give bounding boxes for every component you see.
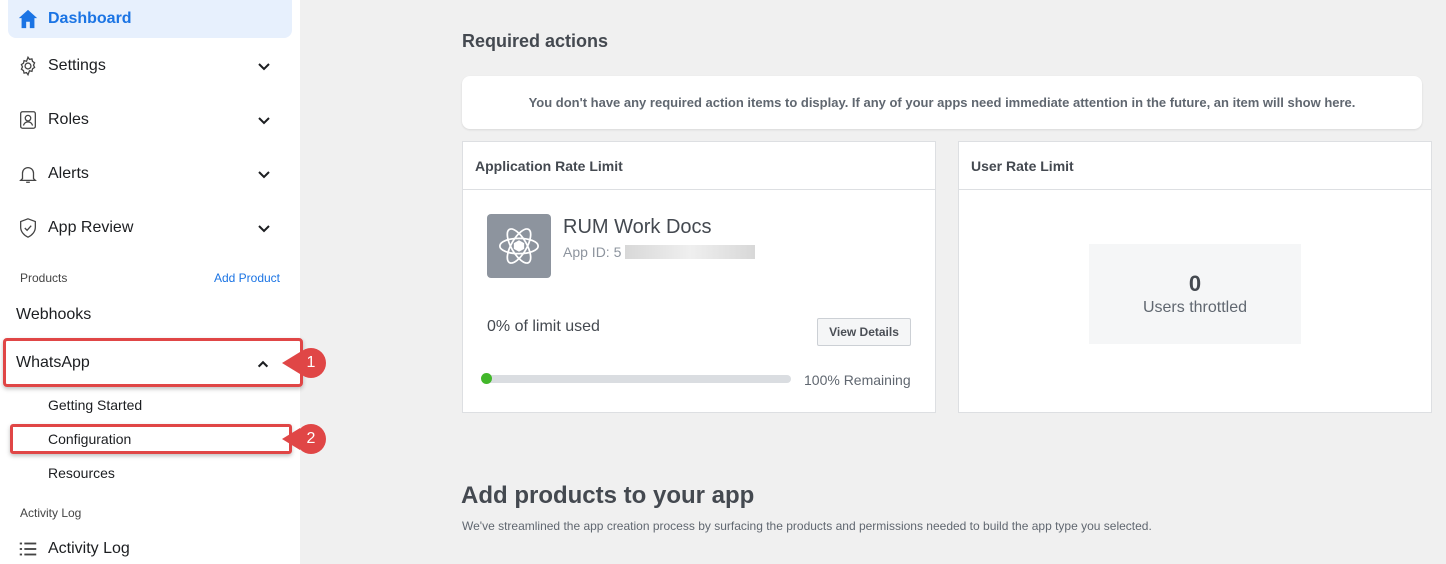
add-products-title: Add products to your app [461, 482, 755, 509]
sidebar-item-label: Activity Log [48, 540, 130, 557]
user-rate-limit-card: User Rate Limit 0 Users throttled [958, 141, 1432, 413]
sidebar-subitem-resources[interactable]: Resources [48, 465, 115, 481]
rate-limit-progress-bar [485, 375, 791, 383]
users-throttled-label: Users throttled [1142, 299, 1248, 316]
sidebar-item-roles[interactable]: Roles [8, 98, 292, 142]
sidebar-item-label: Alerts [48, 165, 89, 182]
remaining-text: 100% Remaining [804, 372, 911, 388]
users-throttled-count: 0 [1188, 271, 1202, 296]
progress-indicator-dot [481, 373, 492, 384]
app-id: App ID: 5 [563, 244, 756, 260]
redacted-app-id [625, 245, 756, 259]
sidebar-item-label: Configuration [48, 431, 132, 447]
products-heading: Products [20, 271, 68, 285]
sidebar-item-dashboard[interactable]: Dashboard [8, 0, 292, 38]
list-icon [16, 537, 40, 561]
home-icon [16, 7, 40, 31]
users-throttled-stat: 0 Users throttled [1089, 244, 1301, 344]
chevron-up-icon [257, 360, 269, 368]
card-title: User Rate Limit [959, 142, 1431, 190]
view-details-button[interactable]: View Details [817, 318, 911, 346]
callout-number: 2 [296, 424, 326, 454]
activity-log-heading: Activity Log [20, 506, 82, 520]
card-title: Application Rate Limit [463, 142, 935, 190]
add-products-subtitle: We've streamlined the app creation proce… [462, 519, 1152, 533]
sidebar: Dashboard Settings Roles Alerts App Revi… [0, 0, 303, 564]
sidebar-item-label: Roles [48, 111, 89, 128]
sidebar-item-label: App Review [48, 219, 134, 236]
required-actions-title: Required actions [462, 31, 609, 51]
gear-icon [16, 54, 40, 78]
callout-number: 1 [296, 348, 326, 378]
chevron-down-icon [258, 225, 270, 233]
roles-icon [16, 108, 40, 132]
application-rate-limit-card: Application Rate Limit RUM Work Docs App… [462, 141, 936, 413]
add-product-link[interactable]: Add Product [214, 271, 280, 285]
chevron-down-icon [258, 171, 270, 179]
app-id-label: App ID: 5 [563, 244, 622, 260]
sidebar-item-settings[interactable]: Settings [8, 44, 292, 88]
sidebar-item-activity-log[interactable]: Activity Log [8, 527, 292, 564]
chevron-down-icon [258, 117, 270, 125]
app-atom-icon [487, 214, 551, 278]
bell-icon [16, 162, 40, 186]
shield-check-icon [16, 216, 40, 240]
sidebar-item-label: Settings [48, 57, 106, 74]
sidebar-item-label: WhatsApp [16, 353, 90, 371]
app-name: RUM Work Docs [563, 216, 712, 238]
callout-marker-2: 2 [282, 423, 326, 455]
callout-marker-1: 1 [282, 347, 326, 379]
sidebar-item-whatsapp[interactable]: WhatsApp [3, 338, 303, 387]
sidebar-item-app-review[interactable]: App Review [8, 206, 292, 250]
sidebar-item-label: Dashboard [48, 10, 132, 27]
sidebar-item-webhooks[interactable]: Webhooks [16, 306, 91, 324]
sidebar-subitem-getting-started[interactable]: Getting Started [48, 397, 142, 413]
sidebar-subitem-configuration[interactable]: Configuration [10, 424, 292, 454]
chevron-down-icon [258, 63, 270, 71]
sidebar-item-alerts[interactable]: Alerts [8, 152, 292, 196]
required-actions-notice: You don't have any required action items… [462, 76, 1422, 129]
limit-used-text: 0% of limit used [487, 318, 600, 335]
